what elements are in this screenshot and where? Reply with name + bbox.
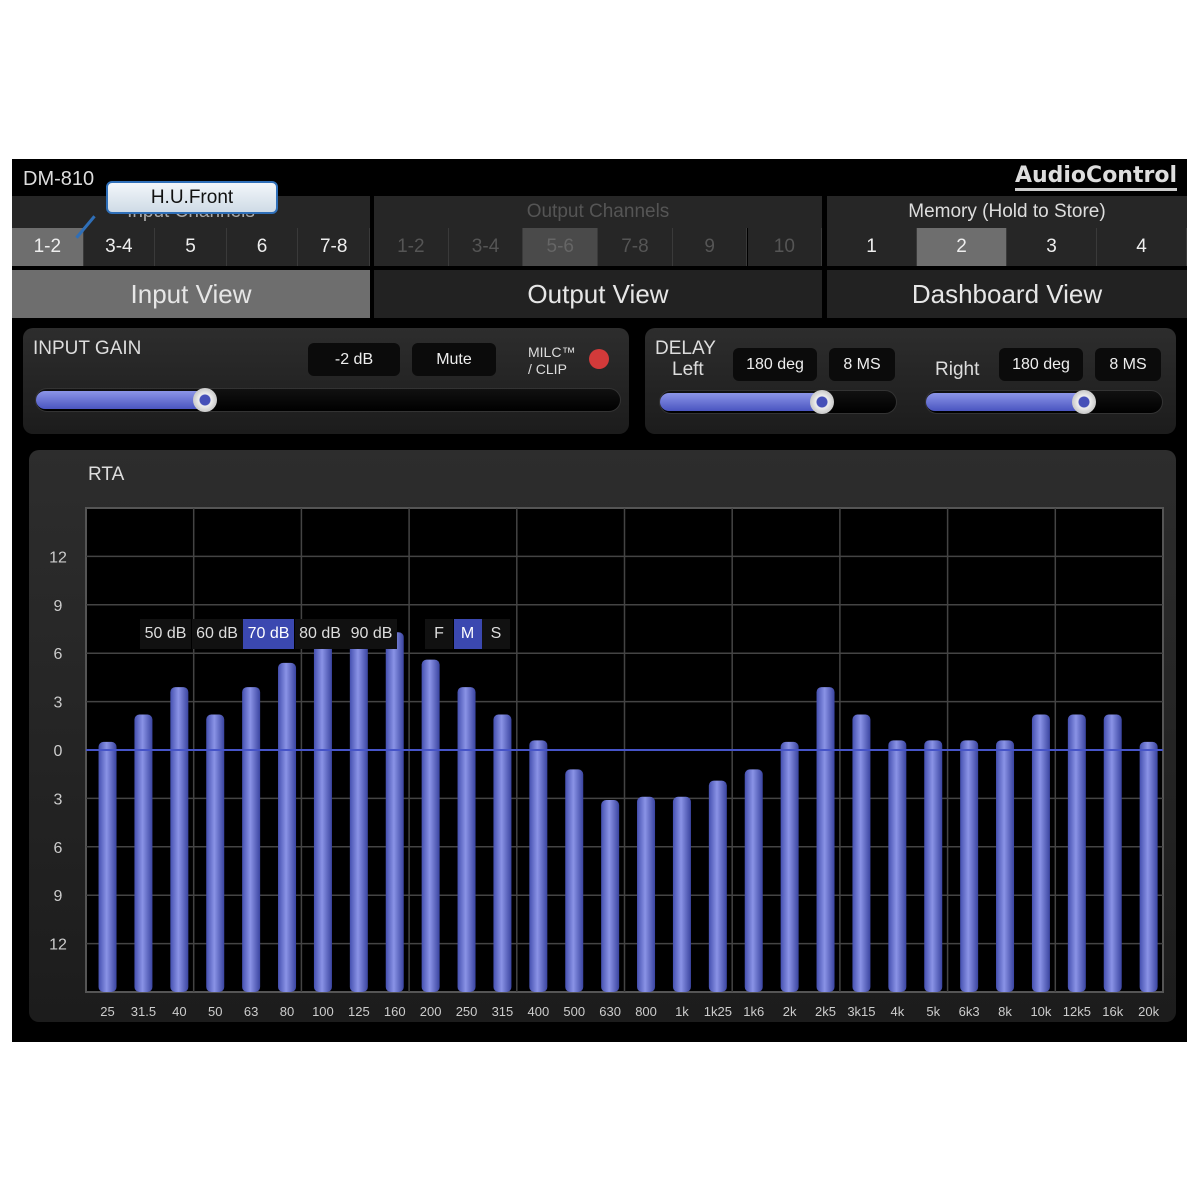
- x-tick-label: 25: [100, 1004, 114, 1019]
- rta-bar-100: [313, 632, 332, 992]
- input-channel-7-8[interactable]: 7-8: [298, 228, 370, 266]
- x-tick-label: 315: [492, 1004, 514, 1019]
- rta-range-50-dB[interactable]: 50 dB: [140, 619, 191, 649]
- input-channel-6[interactable]: 6: [226, 228, 299, 266]
- output-channel-1-2[interactable]: 1-2: [374, 228, 449, 266]
- x-tick-label: 12k5: [1063, 1004, 1091, 1019]
- rta-bar-2k: [780, 741, 799, 992]
- x-tick-label: 630: [599, 1004, 621, 1019]
- x-tick-label: 125: [348, 1004, 370, 1019]
- memory-slot-2[interactable]: 2: [917, 228, 1007, 266]
- rta-bar-1k6: [744, 769, 763, 992]
- y-tick-label: 3: [54, 791, 63, 808]
- app-window: DM-810 AudioControl Input Channels Outpu…: [12, 159, 1187, 1042]
- x-tick-label: 2k: [783, 1004, 797, 1019]
- x-tick-label: 6k3: [959, 1004, 980, 1019]
- rta-bar-25: [98, 741, 117, 992]
- rta-bar-63: [242, 687, 261, 992]
- y-tick-label: 12: [49, 937, 67, 954]
- rta-bar-8k: [996, 740, 1015, 992]
- y-tick-label: 9: [54, 888, 63, 905]
- rta-bar-3k15: [852, 714, 871, 992]
- y-tick-label: 6: [54, 840, 63, 857]
- rta-bar-31.5: [134, 714, 153, 992]
- rta-bar-50: [206, 714, 225, 992]
- input-channel-5[interactable]: 5: [155, 228, 227, 266]
- x-tick-label: 16k: [1102, 1004, 1123, 1019]
- rta-chart: 25 31.5 40 50 63 80 100 125 160 200 250 315 400 500 63…: [49, 507, 1164, 1019]
- x-tick-label: 63: [244, 1004, 258, 1019]
- rta-bar-12k5: [1067, 714, 1086, 992]
- x-tick-label: 1k: [675, 1004, 689, 1019]
- x-tick-label: 160: [384, 1004, 406, 1019]
- rta-bar-40: [170, 687, 189, 992]
- rta-speed-S[interactable]: S: [482, 619, 510, 649]
- x-tick-label: 200: [420, 1004, 442, 1019]
- rta-bar-4k: [888, 740, 907, 992]
- y-tick-label: 12: [49, 549, 67, 566]
- x-tick-label: 1k6: [743, 1004, 764, 1019]
- rta-bar-125: [349, 633, 368, 992]
- memory-slot-3[interactable]: 3: [1007, 228, 1097, 266]
- output-channel-3-4[interactable]: 3-4: [448, 228, 524, 266]
- x-tick-label: 8k: [998, 1004, 1012, 1019]
- output-channel-7-8[interactable]: 7-8: [598, 228, 673, 266]
- channel-name-tooltip: H.U.Front: [106, 181, 278, 214]
- rta-bar-20k: [1139, 741, 1158, 992]
- x-tick-label: 400: [527, 1004, 549, 1019]
- rta-bar-1k: [672, 796, 691, 992]
- x-tick-label: 31.5: [131, 1004, 156, 1019]
- x-tick-label: 100: [312, 1004, 334, 1019]
- rta-bar-800: [637, 796, 656, 992]
- rta-bar-200: [421, 659, 440, 992]
- rta-bar-6k3: [960, 740, 979, 992]
- x-tick-label: 1k25: [704, 1004, 732, 1019]
- rta-range-80-dB[interactable]: 80 dB: [294, 619, 346, 649]
- x-tick-label: 50: [208, 1004, 222, 1019]
- x-tick-label: 800: [635, 1004, 657, 1019]
- output-channel-9[interactable]: 9: [672, 228, 748, 266]
- rta-bar-2k5: [816, 687, 835, 992]
- x-tick-label: 80: [280, 1004, 294, 1019]
- rta-bar-160: [385, 632, 404, 992]
- rta-range-90-dB[interactable]: 90 dB: [346, 619, 397, 649]
- rta-bar-315: [493, 714, 512, 992]
- x-tick-label: 10k: [1030, 1004, 1051, 1019]
- memory-slot-4[interactable]: 4: [1097, 228, 1187, 266]
- rta-bar-10k: [1031, 714, 1050, 992]
- rta-speed-M[interactable]: M: [453, 619, 482, 649]
- x-tick-label: 250: [456, 1004, 478, 1019]
- rta-bar-250: [457, 687, 476, 992]
- x-tick-label: 2k5: [815, 1004, 836, 1019]
- y-tick-label: 3: [54, 695, 63, 712]
- output-channel-5-6[interactable]: 5-6: [523, 228, 599, 266]
- rta-bar-1k25: [708, 780, 727, 992]
- rta-bar-500: [565, 769, 584, 992]
- y-tick-label: 9: [54, 598, 63, 615]
- x-tick-label: 40: [172, 1004, 186, 1019]
- rta-bar-400: [529, 740, 548, 992]
- rta-bar-630: [601, 800, 620, 992]
- x-tick-label: 4k: [890, 1004, 904, 1019]
- memory-slot-1[interactable]: 1: [827, 228, 917, 266]
- input-channel-3-4[interactable]: 3-4: [83, 228, 156, 266]
- input-channel-1-2[interactable]: 1-2: [12, 228, 84, 266]
- output-channel-10[interactable]: 10: [747, 228, 823, 266]
- rta-bar-80: [278, 662, 297, 992]
- rta-range-60-dB[interactable]: 60 dB: [191, 619, 243, 649]
- rta-bar-16k: [1103, 714, 1122, 992]
- y-tick-label: 0: [54, 743, 63, 760]
- rta-range-70-dB[interactable]: 70 dB: [243, 619, 294, 649]
- x-tick-label: 500: [563, 1004, 585, 1019]
- y-tick-label: 6: [54, 646, 63, 663]
- x-tick-label: 3k15: [847, 1004, 875, 1019]
- x-tick-label: 5k: [926, 1004, 940, 1019]
- rta-speed-F[interactable]: F: [425, 619, 453, 649]
- rta-bar-5k: [924, 740, 943, 992]
- x-tick-label: 20k: [1138, 1004, 1159, 1019]
